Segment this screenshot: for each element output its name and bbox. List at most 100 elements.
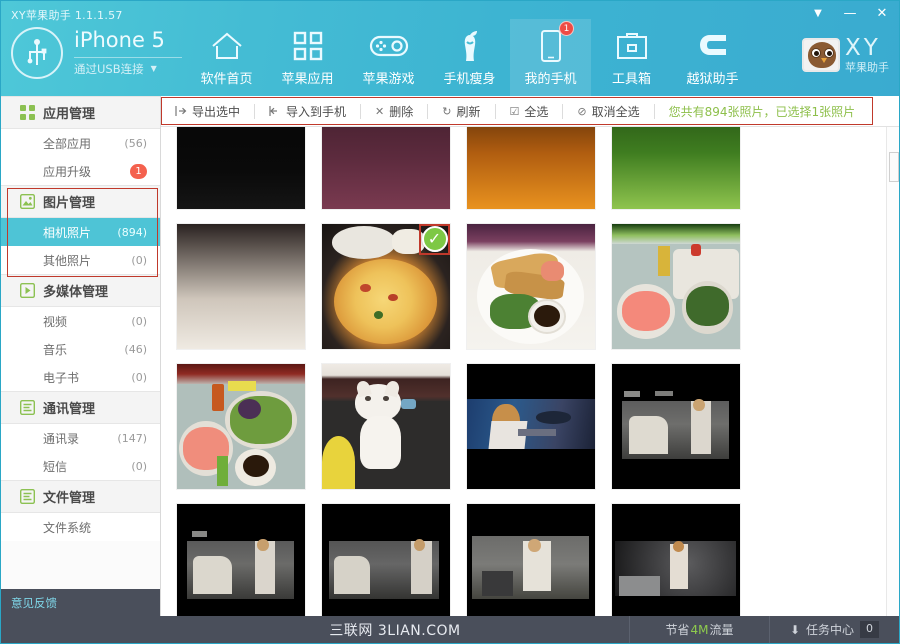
sidebar-item-camera-photos[interactable]: 相机照片 (894) [1,218,160,246]
photo-cell[interactable] [458,216,603,356]
nav-item-home[interactable]: 软件首页 [186,19,267,96]
brand-text: XY 苹果助手 [845,37,889,74]
photo-cell[interactable] [168,496,313,616]
photo-selected-check-icon[interactable]: ✓ [421,225,448,252]
export-icon [175,105,187,117]
sidebar-item-contacts[interactable]: 通讯录 (147) [1,424,160,452]
owl-logo-icon [802,38,840,72]
task-center[interactable]: ⬇ 任务中心 0 [769,616,899,643]
sidebar-item-file-system[interactable]: 文件系统 [1,513,160,541]
sidebar-item-count: (46) [124,342,147,356]
nav-item-games[interactable]: 苹果游戏 [348,19,429,96]
nav-badge: 1 [559,21,574,36]
photo-cell[interactable] [458,127,603,216]
photo-cell[interactable] [458,356,603,496]
photo-orange-strip [465,127,596,210]
sidebar-item-all-apps[interactable]: 全部应用 (56) [1,129,160,157]
sidebar: 应用管理 全部应用 (56) 应用升级 1 图片管理 相机照片 (894) 其他… [1,96,161,616]
folder-icon [19,489,35,505]
sidebar-item-label: 其他照片 [43,253,92,268]
sidebar-group-contacts[interactable]: 通讯管理 [1,391,160,424]
nav-label: 手机瘦身 [443,72,496,87]
window-controls: ▼ — ✕ [809,7,891,20]
app-header: XY苹果助手 1.1.1.57 ▼ — ✕ iPhone 5 通过USB连接 ▼… [1,1,899,96]
nav-item-toolbox[interactable]: 工具箱 [591,19,672,96]
brand-sub: 苹果助手 [845,61,889,74]
nav-item-slim[interactable]: 手机瘦身 [429,19,510,96]
photo-cell[interactable] [458,496,603,616]
refresh-button[interactable]: ↻ 刷新 [428,96,494,126]
import-to-phone-button[interactable]: 导入到手机 [255,96,360,126]
sidebar-item-label: 全部应用 [43,136,92,151]
sidebar-item-ebook[interactable]: 电子书 (0) [1,363,160,391]
scrollbar-thumb[interactable] [889,152,899,182]
button-label: 刷新 [456,104,481,119]
sidebar-item-other-photos[interactable]: 其他照片 (0) [1,246,160,274]
photo-pizza: ✓ [320,222,451,350]
download-arrow-icon: ⬇ [789,622,801,637]
dropdown-caret-icon[interactable]: ▼ [809,8,827,19]
photo-cell[interactable] [603,127,748,216]
sidebar-item-label: 短信 [43,459,68,474]
close-icon[interactable]: ✕ [873,7,891,20]
nav-item-apps[interactable]: 苹果应用 [267,19,348,96]
photo-cell[interactable] [168,216,313,356]
chevron-down-icon: ▼ [150,64,157,74]
brand-logo[interactable]: XY 苹果助手 [802,37,889,73]
nav-item-jailbreak[interactable]: 越狱助手 [672,19,753,96]
minimize-icon[interactable]: — [841,7,859,20]
sidebar-group-apps[interactable]: 应用管理 [1,96,160,129]
sidebar-item-app-upgrade[interactable]: 应用升级 1 [1,157,160,185]
photo-concert-wall [465,502,596,616]
app-window: XY苹果助手 1.1.1.57 ▼ — ✕ iPhone 5 通过USB连接 ▼… [0,0,900,644]
sidebar-item-count: (894) [117,225,147,239]
delete-icon: ✕ [375,104,385,118]
deselect-all-icon: ⊘ [577,104,587,118]
device-connection[interactable]: 通过USB连接 ▼ [74,56,182,77]
sidebar-group-media[interactable]: 多媒体管理 [1,274,160,307]
delete-button[interactable]: ✕ 删除 [361,96,427,126]
photo-concert-crowd-a [610,502,741,616]
nav-item-my-phone[interactable]: 1 我的手机 [510,19,591,96]
photo-cell[interactable] [313,356,458,496]
photo-cell[interactable] [603,356,748,496]
photo-cell[interactable] [313,496,458,616]
photo-concert-stage-a [610,362,741,490]
apps-grid-icon [19,105,35,121]
photo-grid-scrollbar[interactable] [886,127,899,616]
sidebar-group-pictures[interactable]: 图片管理 [1,185,160,218]
photo-cell[interactable] [603,496,748,616]
feedback-link[interactable]: 意见反馈 [1,589,160,616]
photo-green-strip [610,127,741,210]
refresh-icon: ↻ [442,104,452,118]
photo-cell[interactable] [603,216,748,356]
main-panel: 导出选中 导入到手机 ✕ 删除 ↻ 刷新 ☑ 全选 ⊘ 取消全选 您共有894张… [161,96,899,616]
select-all-button[interactable]: ☑ 全选 [496,96,563,126]
export-selected-button[interactable]: 导出选中 [161,96,254,126]
button-label: 导出选中 [192,104,241,119]
deselect-all-button[interactable]: ⊘ 取消全选 [563,96,653,126]
sidebar-group-label: 通讯管理 [43,402,96,417]
select-all-icon: ☑ [509,104,520,118]
sidebar-item-sms[interactable]: 短信 (0) [1,452,160,480]
gamepad-icon [369,26,409,66]
button-label: 全选 [524,104,549,119]
sidebar-item-label: 音乐 [43,342,68,357]
photo-salad-bowl [175,362,306,490]
sidebar-group-files[interactable]: 文件管理 [1,480,160,513]
apple-slim-icon [456,26,484,66]
button-label: 取消全选 [591,104,640,119]
sidebar-item-video[interactable]: 视频 (0) [1,307,160,335]
message-icon [19,400,35,416]
device-info[interactable]: iPhone 5 通过USB连接 ▼ [11,27,182,79]
nav-label: 苹果游戏 [362,72,415,87]
photo-cell-selected[interactable]: ✓ [313,216,458,356]
traffic-saved[interactable]: 节省 4M 流量 [629,616,769,643]
photo-cell[interactable] [313,127,458,216]
photo-toolbar: 导出选中 导入到手机 ✕ 删除 ↻ 刷新 ☑ 全选 ⊘ 取消全选 您共有894张… [161,96,899,127]
photo-cell[interactable] [168,127,313,216]
photo-cell[interactable] [168,356,313,496]
sidebar-item-label: 文件系统 [43,520,92,535]
sidebar-item-music[interactable]: 音乐 (46) [1,335,160,363]
photo-grid: ✓ [161,127,886,616]
